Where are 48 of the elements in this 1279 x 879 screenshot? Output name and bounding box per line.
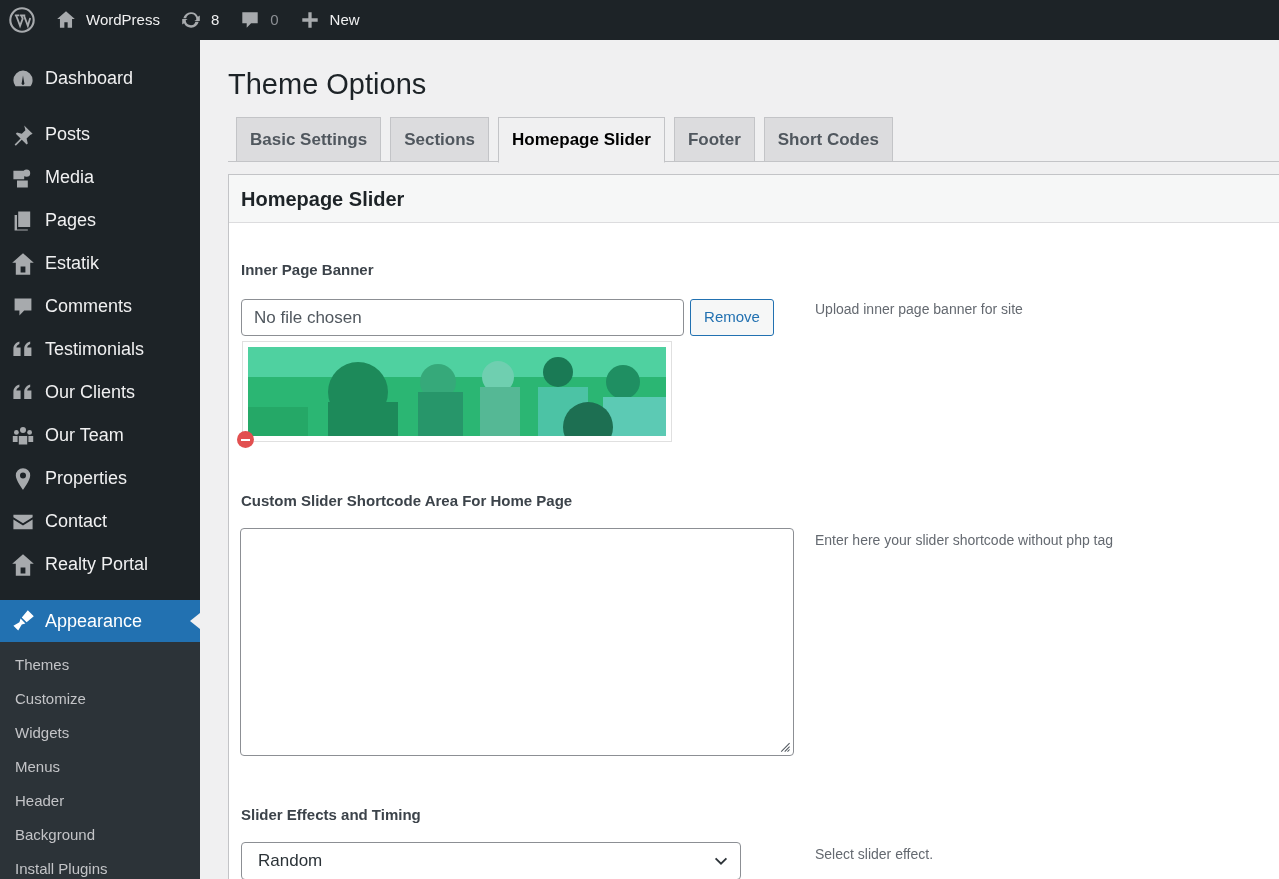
field-label: Custom Slider Shortcode Area For Home Page bbox=[241, 491, 574, 510]
sidebar-menu-item[interactable]: Pages bbox=[0, 199, 200, 242]
submenu-item[interactable]: Themes bbox=[0, 648, 200, 682]
toolbar-new-link[interactable]: New bbox=[298, 8, 360, 32]
field-description: Enter here your slider shortcode without php tag bbox=[815, 531, 1114, 550]
submenu-item[interactable]: Widgets bbox=[0, 716, 200, 750]
tab[interactable]: Sections bbox=[390, 117, 489, 162]
toolbar-comments-link[interactable]: 0 bbox=[239, 8, 279, 32]
sidebar-menu-item[interactable]: Comments bbox=[0, 285, 200, 328]
tab[interactable]: Basic Settings bbox=[236, 117, 382, 162]
sidebar-menu-item[interactable]: Properties bbox=[0, 457, 200, 500]
sidebar-menu-item[interactable]: Posts bbox=[0, 113, 200, 156]
home-icon bbox=[55, 9, 77, 31]
sidebar-menu-item[interactable]: Our Clients bbox=[0, 371, 200, 414]
submenu-item[interactable]: Install Plugins bbox=[0, 852, 200, 879]
sidebar-menu-item[interactable]: Testimonials bbox=[0, 328, 200, 371]
tab[interactable]: Footer bbox=[673, 117, 755, 162]
remove-button[interactable]: Remove bbox=[690, 299, 774, 336]
toolbar-home-link[interactable]: WordPress bbox=[55, 8, 160, 32]
sidebar-menu-item[interactable]: Contact bbox=[0, 500, 200, 543]
submenu-item[interactable]: Header bbox=[0, 784, 200, 818]
refresh-icon bbox=[179, 9, 202, 31]
toolbar-updates-link[interactable]: 8 bbox=[179, 8, 220, 32]
submenu-item[interactable]: Customize bbox=[0, 682, 200, 716]
house-icon bbox=[11, 251, 35, 276]
sidebar-menu-item[interactable]: Appearance bbox=[0, 600, 200, 642]
panel-title: Homepage Slider bbox=[241, 186, 405, 212]
select-value: Random bbox=[258, 850, 323, 873]
sidebar-menu-item[interactable]: Estatik bbox=[0, 242, 200, 285]
paintbrush-icon bbox=[11, 609, 35, 633]
remove-image-icon[interactable] bbox=[237, 431, 254, 448]
sidebar-menu-item[interactable]: Our Team bbox=[0, 414, 200, 457]
tab[interactable]: Short Codes bbox=[763, 117, 893, 162]
current-menu-arrow bbox=[190, 613, 200, 629]
field-label: Inner Page Banner bbox=[241, 260, 375, 279]
file-input-field[interactable]: No file chosen bbox=[241, 299, 684, 336]
house-icon bbox=[11, 552, 35, 577]
sidebar-menu-item[interactable]: Dashboard bbox=[0, 57, 200, 100]
page-title: Theme Options bbox=[228, 67, 428, 102]
tab[interactable]: Homepage Slider bbox=[498, 117, 665, 163]
submenu-item[interactable]: Menus bbox=[0, 750, 200, 784]
sidebar-menu-item[interactable]: Realty Portal bbox=[0, 543, 200, 586]
sidebar-menu-item[interactable]: Media bbox=[0, 156, 200, 199]
field-description: Select slider effect. bbox=[815, 845, 934, 864]
field-description: Upload inner page banner for site bbox=[815, 300, 1023, 319]
field-label: Slider Effects and Timing bbox=[241, 805, 422, 824]
submenu-item[interactable]: Background bbox=[0, 818, 200, 852]
effect-select[interactable]: Random bbox=[241, 842, 741, 879]
